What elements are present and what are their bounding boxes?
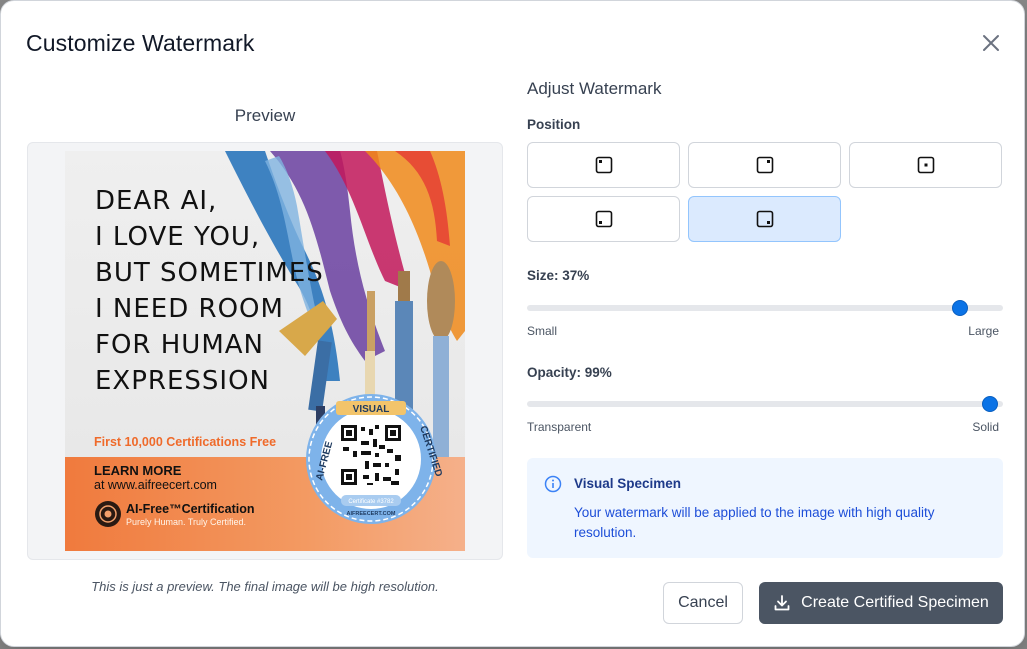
close-button[interactable] [977,29,1005,57]
poster-brand: AI-Free™Certification [126,502,255,516]
poster-headline-line: FOR HUMAN [95,330,264,360]
adjust-section-title: Adjust Watermark [527,79,662,98]
size-min-label: Small [527,324,558,338]
preview-panel: DEAR AI, I LOVE YOU, BUT SOMETIMES I NEE… [27,142,503,560]
position-bottom-right-button[interactable] [688,196,841,242]
poster-promo: First 10,000 Certifications Free [94,435,276,449]
opacity-min-label: Transparent [527,420,592,434]
close-icon [983,35,999,51]
position-label: Position [527,117,581,132]
position-center-icon [917,156,934,174]
poster-headline-line: EXPRESSION [95,366,270,396]
poster-headline-line: I NEED ROOM [95,294,284,324]
size-slider[interactable] [527,298,1003,318]
poster-tagline: Purely Human. Truly Certified. [126,517,246,527]
customize-watermark-dialog: Customize Watermark Preview DEAR AI, I L… [0,0,1025,647]
poster-headline-line: BUT SOMETIMES [95,258,324,288]
opacity-slider-track [527,401,1003,407]
poster-site: at www.aifreecert.com [94,478,217,492]
poster-headline-line: I LOVE YOU, [95,222,260,252]
position-bottom-left-button[interactable] [527,196,680,242]
opacity-slider-thumb[interactable] [982,396,999,412]
create-certified-specimen-button[interactable]: Create Certified Specimen [759,582,1003,624]
position-center-button[interactable] [849,142,1002,188]
dialog-title: Customize Watermark [26,30,255,56]
poster-headline-line: DEAR AI, [95,186,217,216]
position-top-right-button[interactable] [688,142,841,188]
preview-note: This is just a preview. The final image … [91,579,439,594]
position-bottom-right-icon [756,210,773,228]
size-label: Size: 37% [527,268,590,283]
size-slider-thumb[interactable] [951,300,968,316]
info-title: Visual Specimen [574,476,682,491]
opacity-label: Opacity: 99% [527,365,612,380]
position-bottom-left-icon [595,210,612,228]
opacity-max-label: Solid [972,420,999,434]
seal-top-label: VISUAL [353,404,390,415]
info-callout: Visual Specimen Your watermark will be a… [527,458,1003,558]
download-icon [774,595,790,611]
seal-bottom-label: AIFREECERT.COM [347,511,396,517]
position-top-right-icon [756,156,773,174]
info-text: Your watermark will be applied to the im… [574,505,935,540]
info-icon [544,475,562,493]
size-max-label: Large [968,324,999,338]
create-button-label: Create Certified Specimen [801,594,989,611]
brand-logo-icon [95,501,121,527]
preview-image: DEAR AI, I LOVE YOU, BUT SOMETIMES I NEE… [65,151,465,551]
size-slider-track [527,305,1003,311]
qr-code-icon [339,423,403,487]
preview-title: Preview [234,106,296,125]
position-top-left-button[interactable] [527,142,680,188]
opacity-slider[interactable] [527,394,1003,414]
poster-learn-more: LEARN MORE [94,463,182,478]
cancel-button[interactable]: Cancel [663,582,743,624]
position-top-left-icon [595,156,612,174]
seal-certificate-id: Certificate #3782 [348,499,394,505]
